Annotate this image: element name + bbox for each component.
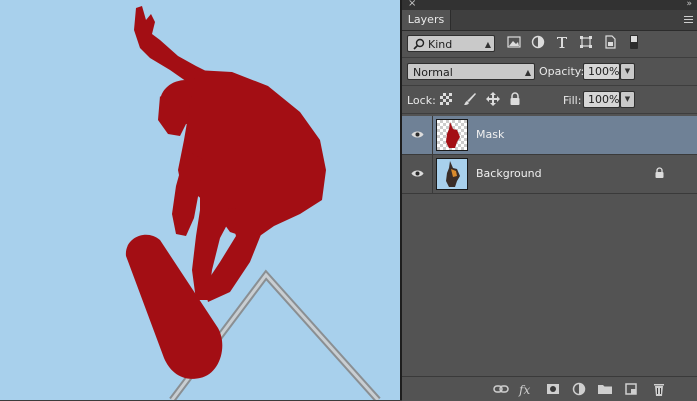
mask-thumbnail-art [446,122,460,148]
visibility-toggle[interactable] [402,155,433,193]
new-layer-icon[interactable] [623,381,639,397]
lock-position-icon[interactable] [486,92,500,106]
layers-list: Mask Background [402,114,697,376]
eye-icon [411,170,424,177]
svg-text:fx: fx [518,383,530,397]
tab-layers[interactable]: Layers [402,10,451,30]
shape-layer-filter-icon[interactable] [578,34,594,50]
trash-icon[interactable] [651,381,667,397]
fill-input[interactable]: 100% [583,91,620,108]
collapse-panel-icon[interactable]: » [686,0,691,10]
close-panel-icon[interactable]: × [408,0,416,10]
opacity-input[interactable]: 100% [583,63,620,80]
layer-thumbnail[interactable] [436,158,468,190]
filter-kind-label: Kind [428,38,453,51]
lock-image-pixels-icon[interactable] [463,92,477,106]
smart-object-filter-icon[interactable] [602,34,618,50]
panel-menu-icon[interactable] [679,14,693,26]
link-layers-icon[interactable] [493,381,509,397]
opacity-dropdown-button[interactable]: ▼ [620,63,635,80]
divider [402,57,697,58]
add-mask-icon[interactable] [545,381,561,397]
layer-name[interactable]: Background [476,155,542,193]
layer-locked-icon [655,167,664,178]
panel-title-bar: × » [402,0,697,10]
search-icon [413,38,425,50]
lock-label: Lock: [407,94,436,107]
lock-all-icon[interactable] [508,92,522,106]
pixel-layer-filter-icon[interactable] [506,34,522,50]
new-group-icon[interactable] [597,381,613,397]
filter-toggle-icon[interactable] [626,34,642,50]
visibility-toggle[interactable] [402,116,433,154]
filter-row: Kind ▲ [402,31,697,57]
adjustment-layer-icon[interactable] [571,381,587,397]
type-layer-filter-icon[interactable] [554,34,570,50]
divider [402,85,697,86]
layer-name[interactable]: Mask [476,116,504,154]
blend-mode-dropdown[interactable]: Normal ▲ [407,63,535,80]
fill-label: Fill: [563,94,582,107]
layer-row-mask[interactable]: Mask [402,116,697,155]
layer-row-background[interactable]: Background [402,155,697,194]
filter-kind-dropdown[interactable]: Kind ▲ [407,35,495,52]
eye-icon [411,131,424,138]
document-canvas[interactable] [0,0,400,400]
adjustment-layer-filter-icon[interactable] [530,34,546,50]
dropdown-arrow-icon: ▲ [524,68,531,77]
layers-panel: × » Layers Kind ▲ Normal ▲ Opacity: 100%… [402,0,697,401]
canvas-artwork [125,6,381,400]
layer-thumbnail[interactable] [436,119,468,151]
layers-bottom-bar: fx [402,376,697,401]
fill-dropdown-button[interactable]: ▼ [620,91,635,108]
fx-icon[interactable]: fx [518,381,534,397]
dropdown-arrow-icon: ▲ [484,40,491,49]
background-thumbnail-art [446,161,460,187]
panel-tab-bar: Layers [402,10,697,31]
lock-transparent-pixels-icon[interactable] [439,92,453,106]
blend-mode-value: Normal [413,66,453,79]
opacity-label: Opacity: [539,65,585,78]
